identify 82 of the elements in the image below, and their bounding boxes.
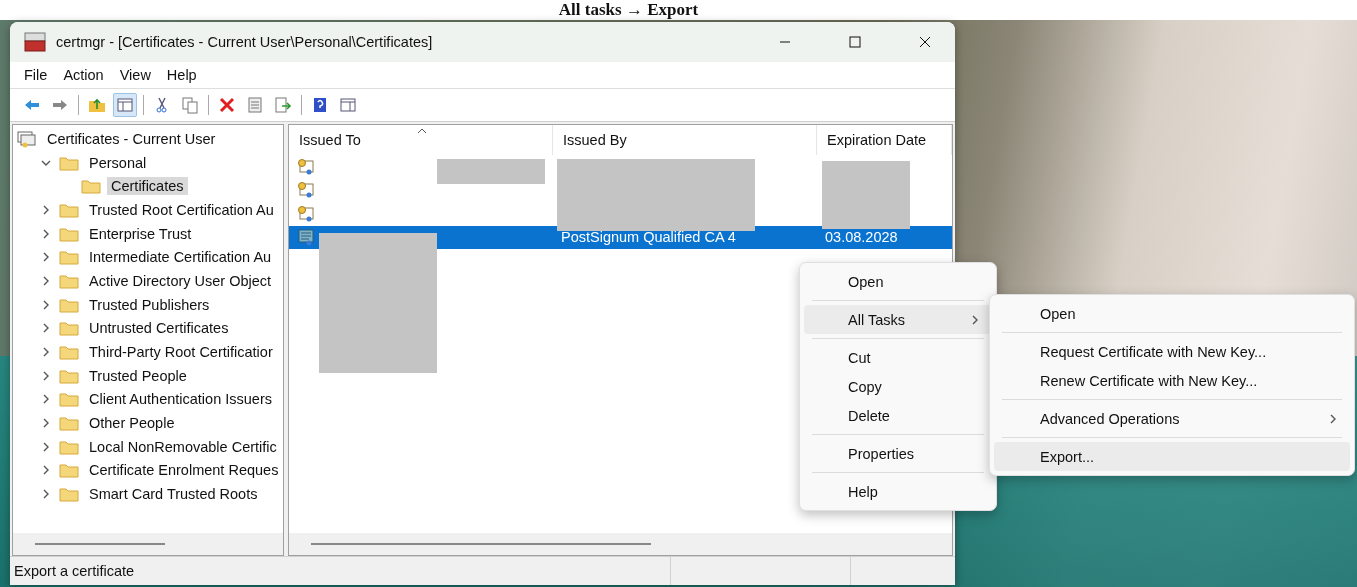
folder-icon <box>59 249 79 266</box>
tree-item[interactable]: Trusted Publishers <box>85 295 214 314</box>
menu-item[interactable]: Renew Certificate with New Key... <box>994 366 1350 395</box>
menu-item[interactable]: Help <box>804 477 992 506</box>
tree-item[interactable]: Enterprise Trust <box>85 224 196 243</box>
folder-icon <box>59 272 79 289</box>
tree-item[interactable]: Trusted Root Certification Au <box>85 200 278 219</box>
menu-bar-item[interactable]: View <box>113 65 157 85</box>
chevron-right-icon <box>41 299 51 310</box>
menu-bar-item[interactable]: Help <box>160 65 203 85</box>
certificate-icon <box>297 157 315 176</box>
menu-item[interactable]: Request Certificate with New Key... <box>994 337 1350 366</box>
certificate-store-icon <box>17 129 37 148</box>
chevron-right-icon <box>41 323 51 334</box>
folder-icon <box>59 201 79 218</box>
tree-item[interactable]: Third-Party Root Certificatior <box>85 343 277 362</box>
chevron-right-icon <box>41 441 51 452</box>
tree-item[interactable]: Other People <box>85 414 179 433</box>
menu-item[interactable]: Open <box>994 299 1350 328</box>
tree-item[interactable]: Local NonRemovable Certific <box>85 437 281 456</box>
menu-item[interactable]: Export... <box>994 442 1350 471</box>
menu-item[interactable]: Cut <box>804 343 992 372</box>
column-header[interactable]: Expiration Date <box>817 125 952 155</box>
chevron-right-icon <box>41 252 51 263</box>
menu-item[interactable]: Copy <box>804 372 992 401</box>
tree-item[interactable]: Certificates - Current User <box>43 129 220 148</box>
folder-icon <box>59 486 79 503</box>
tree-item[interactable]: Untrusted Certificates <box>85 319 233 338</box>
menu-item[interactable]: Open <box>804 267 992 296</box>
folder-icon <box>81 178 101 195</box>
certificate-icon <box>297 228 315 247</box>
menu-item[interactable]: All Tasks <box>804 305 992 334</box>
folder-icon <box>59 462 79 479</box>
chevron-right-icon <box>41 394 51 405</box>
toolbox-icon <box>24 32 46 52</box>
certificate-icon <box>297 204 315 223</box>
tree-item[interactable]: Personal <box>85 153 151 172</box>
chevron-right-icon <box>41 228 51 239</box>
tree-item[interactable]: Certificate Enrolment Reques <box>85 461 283 480</box>
table-cell: PostSignum Qualified CA 4 <box>561 229 736 246</box>
scrollbar-thumb[interactable] <box>35 543 165 545</box>
close-icon <box>919 36 931 48</box>
chevron-right-icon <box>41 275 51 286</box>
table-cell: 03.08.2028 <box>825 229 898 246</box>
folder-icon <box>59 320 79 337</box>
tree-item[interactable]: Certificates <box>107 177 188 196</box>
chevron-right-icon <box>41 489 51 500</box>
menu-item[interactable]: Advanced Operations <box>994 404 1350 433</box>
folder-icon <box>59 438 79 455</box>
folder-icon <box>59 296 79 313</box>
chevron-right-icon <box>41 418 51 429</box>
folder-icon <box>59 415 79 432</box>
chevron-right-icon <box>41 347 51 358</box>
menu-bar-item[interactable]: Action <box>57 65 110 85</box>
tree-item[interactable]: Client Authentication Issuers <box>85 390 276 409</box>
column-header[interactable]: Issued To <box>289 125 553 155</box>
certificate-icon <box>297 181 315 200</box>
chevron-right-icon <box>970 314 980 325</box>
sort-caret-icon <box>417 127 427 134</box>
folder-icon <box>59 225 79 242</box>
chevron-right-icon <box>41 465 51 476</box>
chevron-right-icon <box>41 204 51 215</box>
folder-icon <box>59 367 79 384</box>
chevron-right-icon <box>1328 413 1338 424</box>
chevron-right-icon <box>41 370 51 381</box>
tree-item[interactable]: Trusted People <box>85 366 191 385</box>
maximize-icon <box>849 36 861 48</box>
folder-icon <box>59 391 79 408</box>
window-title: certmgr - [Certificates - Current User\Personal\Certificates] <box>56 34 434 50</box>
column-header[interactable]: Issued By <box>553 125 817 155</box>
folder-icon <box>59 344 79 361</box>
menu-bar-item[interactable]: File <box>18 65 54 85</box>
menu-item[interactable]: Delete <box>804 401 992 430</box>
caption: All tasks → Export <box>558 0 699 20</box>
scrollbar-thumb[interactable] <box>311 543 651 545</box>
tree-item[interactable]: Active Directory User Object <box>85 271 276 290</box>
pane-toggle-icon[interactable] <box>113 93 137 117</box>
folder-icon <box>59 154 79 171</box>
tree-item[interactable]: Smart Card Trusted Roots <box>85 485 262 504</box>
tree-item[interactable]: Intermediate Certification Au <box>85 248 276 267</box>
status-text: Export a certificate <box>13 562 136 581</box>
menu-item[interactable]: Properties <box>804 439 992 468</box>
